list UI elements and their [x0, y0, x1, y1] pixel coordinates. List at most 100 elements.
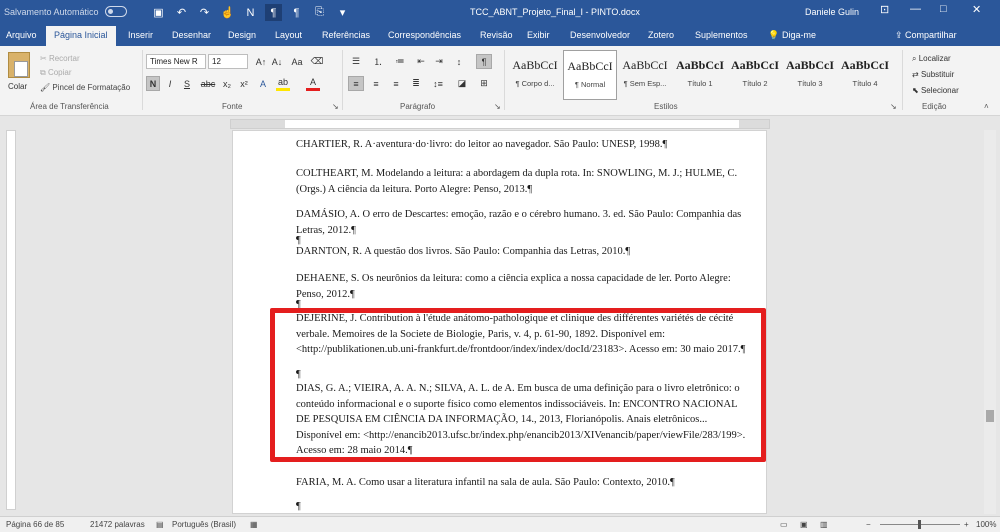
- page-count[interactable]: Página 66 de 85: [6, 520, 64, 529]
- scrollbar-thumb[interactable]: [986, 410, 994, 422]
- styles-dialog-launcher-icon[interactable]: ↘: [890, 102, 897, 111]
- shrink-font-icon[interactable]: A↓: [270, 54, 284, 69]
- font-group-label: Fonte: [222, 102, 243, 111]
- styles-group-label: Estilos: [654, 102, 678, 111]
- numbering-icon[interactable]: ⒈: [370, 54, 386, 69]
- minimize-icon[interactable]: —: [910, 3, 921, 15]
- paste-special-icon[interactable]: ⎘: [311, 4, 328, 21]
- clear-format-icon[interactable]: ⌫: [310, 54, 324, 69]
- justify-icon[interactable]: ≣: [408, 76, 424, 91]
- align-left-icon[interactable]: ≡: [348, 76, 364, 91]
- style-preview: AaBbCcI: [785, 58, 834, 72]
- change-case-icon[interactable]: Aa: [290, 54, 304, 69]
- tab-zotero[interactable]: Zotero: [648, 30, 674, 40]
- tab-desenvolvedor[interactable]: Desenvolvedor: [570, 30, 630, 40]
- zoom-out-icon[interactable]: −: [866, 520, 871, 529]
- ruler-right-margin: [739, 120, 769, 128]
- style-titulo-2[interactable]: AaBbCcI Título 2: [728, 50, 782, 100]
- word-count[interactable]: 21472 palavras: [90, 520, 145, 529]
- bullets-icon[interactable]: ☰: [348, 54, 364, 69]
- undo-icon[interactable]: ↶: [173, 4, 190, 21]
- borders-icon[interactable]: ⊞: [476, 76, 492, 91]
- collapse-ribbon-icon[interactable]: ˄: [984, 102, 989, 111]
- sort-icon[interactable]: ↕: [452, 54, 466, 69]
- superscript-button[interactable]: x²: [237, 76, 251, 91]
- bold-button[interactable]: N: [146, 76, 160, 91]
- increase-indent-icon[interactable]: ⇥: [432, 54, 446, 69]
- style-sem-espacamento[interactable]: AaBbCcI ¶ Sem Esp...: [618, 50, 672, 100]
- cut-button[interactable]: ✂ Recortar: [40, 54, 80, 63]
- style-corpo[interactable]: AaBbCcI ¶ Corpo d...: [508, 50, 562, 100]
- autosave[interactable]: Salvamento Automático: [4, 6, 127, 17]
- read-mode-icon[interactable]: ▭: [780, 520, 788, 529]
- select-button[interactable]: ⬉ Selecionar: [912, 86, 959, 95]
- vertical-scrollbar[interactable]: [984, 130, 996, 514]
- text-effects-icon[interactable]: A: [256, 76, 270, 91]
- style-normal[interactable]: AaBbCcI ¶ Normal: [563, 50, 617, 100]
- show-marks-icon[interactable]: ¶: [476, 54, 492, 69]
- shading-icon[interactable]: ◪: [454, 76, 470, 91]
- find-button[interactable]: ⌕ Localizar: [912, 54, 951, 64]
- highlight-color-icon[interactable]: ab: [276, 76, 290, 91]
- style-titulo-1[interactable]: AaBbCcI Título 1: [673, 50, 727, 100]
- autosave-toggle[interactable]: [104, 6, 127, 17]
- new-doc-icon[interactable]: N: [242, 4, 259, 21]
- style-titulo-4[interactable]: AaBbCcI Título 4: [838, 50, 892, 100]
- paragraph-dialog-launcher-icon[interactable]: ↘: [494, 102, 501, 111]
- line-spacing-icon[interactable]: ↕≡: [430, 76, 446, 91]
- customize-icon[interactable]: ▾: [334, 4, 351, 21]
- tab-revisao[interactable]: Revisão: [480, 30, 513, 40]
- horizontal-ruler[interactable]: [230, 119, 770, 129]
- zoom-slider-thumb[interactable]: [918, 520, 921, 529]
- tab-design[interactable]: Design: [228, 30, 256, 40]
- decrease-indent-icon[interactable]: ⇤: [414, 54, 428, 69]
- web-layout-icon[interactable]: ▥: [820, 520, 828, 529]
- tab-desenhar[interactable]: Desenhar: [172, 30, 211, 40]
- subscript-button[interactable]: x₂: [220, 76, 234, 91]
- redo-icon[interactable]: ↷: [196, 4, 213, 21]
- tab-inserir[interactable]: Inserir: [128, 30, 153, 40]
- accessibility-icon[interactable]: ▦: [250, 520, 258, 529]
- tab-pagina-inicial[interactable]: Página Inicial: [46, 26, 116, 46]
- font-dialog-launcher-icon[interactable]: ↘: [332, 102, 339, 111]
- tab-referencias[interactable]: Referências: [322, 30, 370, 40]
- copy-button[interactable]: ⧉ Copiar: [40, 68, 72, 78]
- print-layout-icon[interactable]: ▣: [800, 520, 808, 529]
- strikethrough-button[interactable]: abc: [200, 76, 216, 91]
- italic-button[interactable]: I: [163, 76, 177, 91]
- style-preview: AaBbCcI: [840, 58, 889, 72]
- font-size-box[interactable]: 12: [208, 54, 248, 69]
- underline-button[interactable]: S: [180, 76, 194, 91]
- grow-font-icon[interactable]: A↑: [254, 54, 268, 69]
- format-pilcrow-icon[interactable]: ¶: [288, 4, 305, 21]
- tab-layout[interactable]: Layout: [275, 30, 302, 40]
- format-painter-button[interactable]: 🖌 Pincel de Formatação: [40, 83, 130, 92]
- close-icon[interactable]: ✕: [972, 3, 981, 16]
- pilcrow-icon[interactable]: ¶: [265, 4, 282, 21]
- save-icon[interactable]: ▣: [150, 4, 167, 21]
- share-button[interactable]: ⇪ Compartilhar: [895, 30, 957, 41]
- paste-icon[interactable]: [8, 52, 30, 78]
- maximize-icon[interactable]: □: [940, 3, 947, 15]
- tab-exibir[interactable]: Exibir: [527, 30, 550, 40]
- multilevel-list-icon[interactable]: ≔: [392, 54, 408, 69]
- style-titulo-3[interactable]: AaBbCcI Título 3: [783, 50, 837, 100]
- tab-correspondencias[interactable]: Correspondências: [388, 30, 461, 40]
- font-color-icon[interactable]: A: [306, 76, 320, 91]
- language-indicator[interactable]: Português (Brasil): [172, 520, 236, 529]
- tab-diga-me[interactable]: Diga-me: [782, 30, 816, 40]
- vertical-ruler[interactable]: [6, 130, 16, 510]
- font-name-box[interactable]: Times New R: [146, 54, 206, 69]
- paste-button[interactable]: Colar: [8, 82, 27, 91]
- user-name[interactable]: Daniele Gulin: [805, 7, 859, 17]
- proofing-icon[interactable]: ▤: [156, 520, 164, 529]
- zoom-level[interactable]: 100%: [976, 520, 996, 529]
- tab-suplementos[interactable]: Suplementos: [695, 30, 748, 40]
- touch-icon[interactable]: ☝: [219, 4, 236, 21]
- zoom-in-icon[interactable]: +: [964, 520, 969, 529]
- ribbon-display-icon[interactable]: ⊡: [880, 3, 889, 16]
- replace-button[interactable]: ⇄ Substituir: [912, 70, 954, 79]
- align-right-icon[interactable]: ≡: [388, 76, 404, 91]
- align-center-icon[interactable]: ≡: [368, 76, 384, 91]
- tab-arquivo[interactable]: Arquivo: [6, 30, 37, 40]
